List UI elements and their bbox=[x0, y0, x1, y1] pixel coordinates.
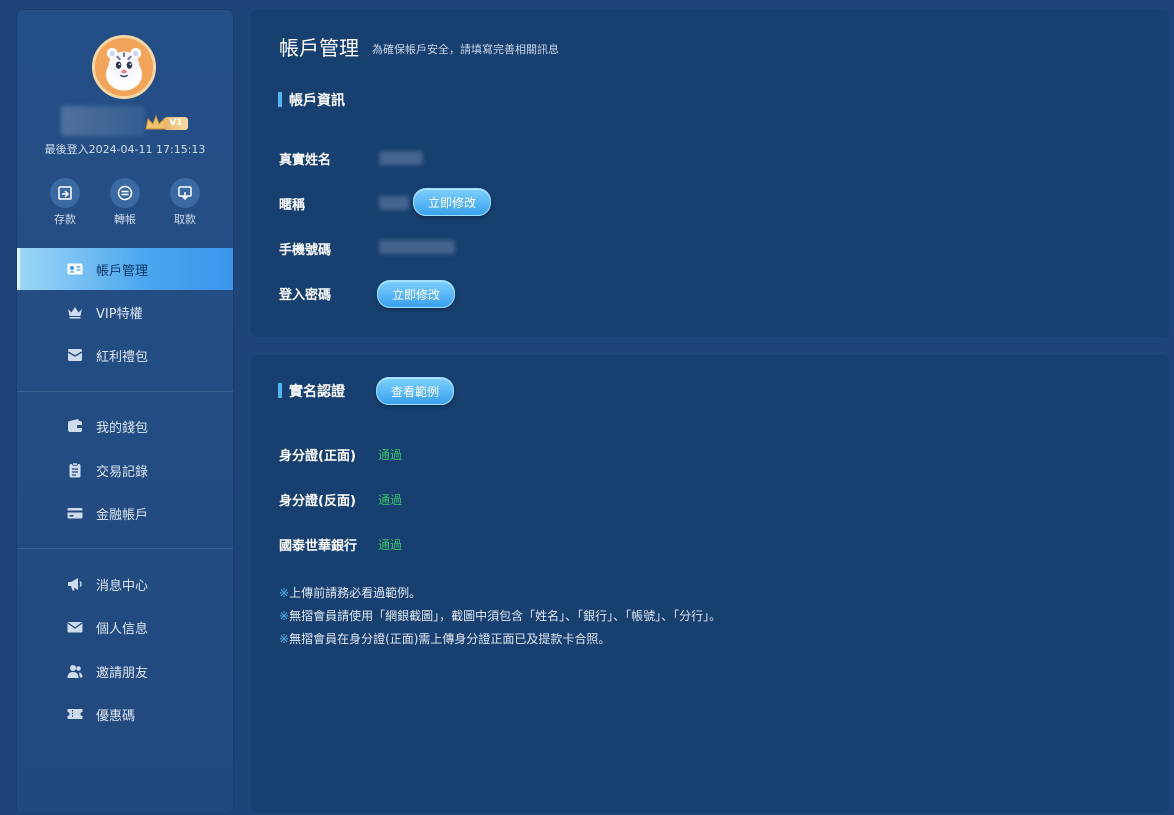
note-text: 上傳前請務必看過範例。 bbox=[289, 586, 422, 600]
mail-icon bbox=[67, 622, 83, 633]
sidebar: V1 最後登入2024-04-11 17:15:13 存款 轉帳 取款 帳戶管理… bbox=[17, 10, 233, 813]
nav-item-message-center[interactable]: 消息中心 bbox=[17, 563, 233, 605]
label-id-back: 身分證(反面) bbox=[279, 494, 356, 509]
nav-item-personal-info[interactable]: 個人信息 bbox=[17, 606, 233, 648]
id-card-icon bbox=[67, 263, 83, 275]
deposit-icon bbox=[50, 178, 80, 208]
deposit-label: 存款 bbox=[54, 213, 76, 226]
megaphone-icon bbox=[68, 578, 82, 591]
nav-label: 紅利禮包 bbox=[96, 349, 149, 365]
clipboard-icon bbox=[69, 462, 81, 478]
nav-label: 個人信息 bbox=[96, 621, 149, 637]
withdraw-label: 取款 bbox=[174, 213, 196, 226]
transfer-button[interactable]: 轉帳 bbox=[101, 178, 149, 227]
nav-item-bonus-gift[interactable]: 紅利禮包 bbox=[17, 334, 233, 376]
nav-item-financial-account[interactable]: 金融帳戶 bbox=[17, 492, 233, 534]
nav-label: VIP特權 bbox=[96, 306, 143, 322]
vip-level-badge: V1 bbox=[164, 117, 188, 130]
real-name-value bbox=[379, 151, 423, 165]
card-icon bbox=[67, 508, 83, 519]
nav-label: 我的錢包 bbox=[96, 420, 149, 436]
nav-label: 帳戶管理 bbox=[96, 263, 149, 279]
edit-nickname-button[interactable]: 立即修改 bbox=[413, 188, 491, 216]
label-real-name: 真實姓名 bbox=[279, 153, 332, 168]
withdraw-icon bbox=[170, 178, 200, 208]
nav-label: 消息中心 bbox=[96, 578, 149, 594]
verification-panel: 實名認證 查看範例 身分證(正面) 通過 身分證(反面) 通過 國泰世華銀行 通… bbox=[251, 355, 1169, 813]
withdraw-button[interactable]: 取款 bbox=[161, 178, 209, 227]
label-phone: 手機號碼 bbox=[279, 243, 332, 258]
nav-divider bbox=[17, 548, 233, 549]
nav-divider bbox=[17, 391, 233, 392]
note-2: ※無摺會員請使用「網銀截圖」，截圖中須包含「姓名」、「銀行」、「帳號」、「分行」… bbox=[279, 607, 721, 624]
label-password: 登入密碼 bbox=[279, 288, 332, 303]
note-mark: ※ bbox=[279, 586, 290, 600]
note-mark: ※ bbox=[279, 609, 290, 623]
nav-item-vip[interactable]: VIP特權 bbox=[17, 291, 233, 333]
note-text: 無摺會員請使用「網銀截圖」，截圖中須包含「姓名」、「銀行」、「帳號」、「分行」。 bbox=[289, 609, 722, 623]
nav-item-transaction-records[interactable]: 交易記錄 bbox=[17, 449, 233, 491]
view-example-button[interactable]: 查看範例 bbox=[376, 377, 454, 405]
crown-icon bbox=[68, 307, 82, 319]
users-icon bbox=[67, 665, 83, 678]
note-1: ※上傳前請務必看過範例。 bbox=[279, 584, 421, 601]
phone-value bbox=[379, 240, 455, 254]
label-id-front: 身分證(正面) bbox=[279, 449, 356, 464]
nav-item-invite-friends[interactable]: 邀請朋友 bbox=[17, 650, 233, 692]
last-login-text: 最後登入2024-04-11 17:15:13 bbox=[44, 143, 206, 156]
avatar[interactable] bbox=[92, 35, 156, 99]
status-bank: 通過 bbox=[378, 538, 403, 552]
label-bank: 國泰世華銀行 bbox=[279, 539, 358, 554]
nav-item-account-management[interactable]: 帳戶管理 bbox=[17, 248, 233, 290]
transfer-label: 轉帳 bbox=[114, 213, 136, 226]
username bbox=[61, 106, 145, 136]
nav-label: 邀請朋友 bbox=[96, 665, 149, 681]
page-title: 帳戶管理 bbox=[279, 36, 359, 60]
nav-label: 交易記錄 bbox=[96, 464, 149, 480]
deposit-button[interactable]: 存款 bbox=[41, 178, 89, 227]
note-3: ※無摺會員在身分證(正面)需上傳身分證正面已及提款卡合照。 bbox=[279, 630, 610, 647]
ticket-icon bbox=[67, 709, 83, 719]
status-id-back: 通過 bbox=[378, 493, 403, 507]
nav-label: 金融帳戶 bbox=[96, 507, 149, 523]
edit-password-button[interactable]: 立即修改 bbox=[377, 280, 455, 308]
envelope-gift-icon bbox=[67, 349, 83, 361]
section-title-verification: 實名認證 bbox=[278, 381, 345, 401]
note-mark: ※ bbox=[279, 632, 290, 646]
wallet-icon bbox=[68, 419, 82, 432]
label-nickname: 暱稱 bbox=[279, 198, 306, 213]
nickname-value bbox=[379, 196, 409, 210]
note-text: 無摺會員在身分證(正面)需上傳身分證正面已及提款卡合照。 bbox=[289, 632, 611, 646]
section-title-account-info: 帳戶資訊 bbox=[278, 90, 345, 110]
tiger-avatar-icon bbox=[95, 38, 153, 96]
nav-item-promo-code[interactable]: 優惠碼 bbox=[17, 693, 233, 735]
transfer-icon bbox=[110, 178, 140, 208]
status-id-front: 通過 bbox=[378, 448, 403, 462]
nav-label: 優惠碼 bbox=[96, 708, 136, 724]
nav-item-my-wallet[interactable]: 我的錢包 bbox=[17, 405, 233, 447]
account-panel: 帳戶管理 為確保帳戶安全，請填寫完善相關訊息 帳戶資訊 真實姓名 暱稱 立即修改… bbox=[251, 10, 1169, 337]
page-subtitle: 為確保帳戶安全，請填寫完善相關訊息 bbox=[372, 43, 559, 56]
